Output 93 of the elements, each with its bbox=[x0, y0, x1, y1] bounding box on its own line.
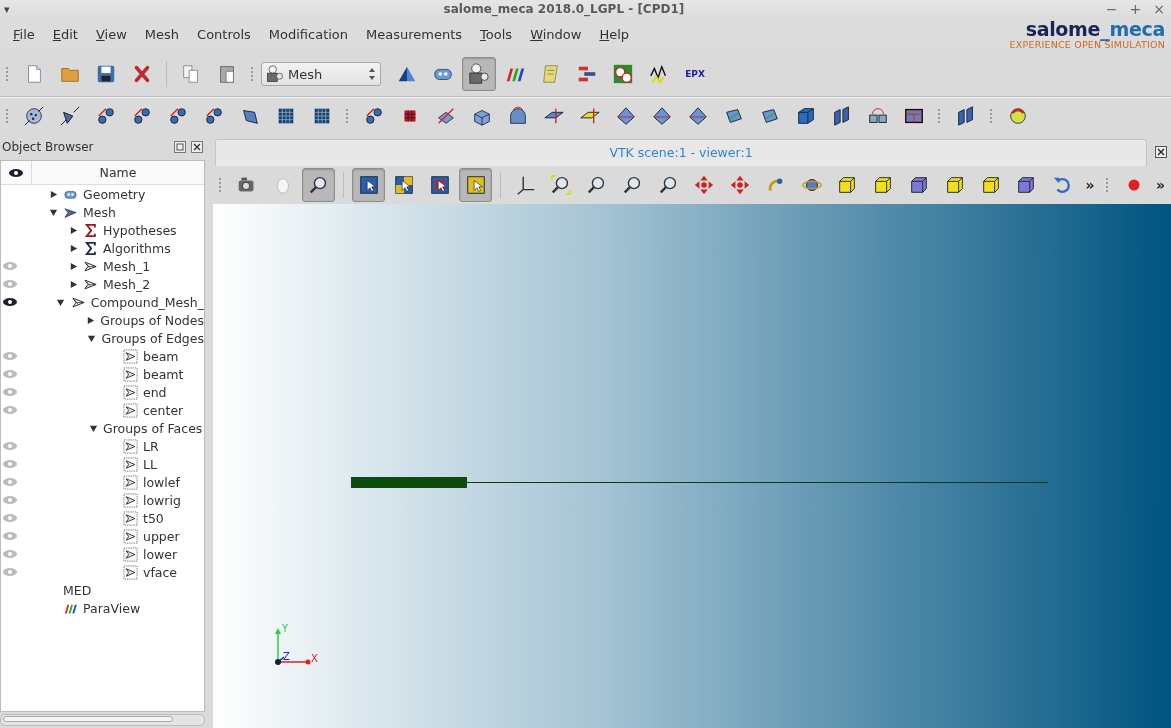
cursor-icon bbox=[393, 174, 416, 196]
menu-item[interactable]: View bbox=[86, 26, 136, 42]
window-title: salome_meca 2018.0_LGPL - [CPD1] bbox=[442, 2, 686, 16]
expanded-arrow-icon[interactable] bbox=[56, 297, 66, 307]
menu-item[interactable]: Tools bbox=[471, 26, 522, 42]
close-icon[interactable] bbox=[1155, 146, 1167, 158]
viewer-tool-button[interactable] bbox=[352, 168, 385, 202]
diamond-icon[interactable] bbox=[651, 105, 673, 127]
menu-item[interactable]: File bbox=[4, 26, 44, 42]
overflow-button[interactable]: » bbox=[1081, 177, 1099, 193]
eye-icon bbox=[8, 167, 24, 178]
eye-icon[interactable] bbox=[2, 297, 18, 307]
viewer-tool-button[interactable] bbox=[459, 168, 493, 202]
tree-item[interactable]: Groups of Edges bbox=[101, 330, 204, 346]
expanded-arrow-icon[interactable] bbox=[48, 207, 58, 217]
tree-item[interactable]: Geometry bbox=[83, 186, 146, 202]
move-arrows-icon bbox=[693, 174, 716, 196]
nodes-icon[interactable] bbox=[167, 105, 189, 127]
sphere-icon[interactable] bbox=[23, 105, 45, 127]
nodes-icon[interactable] bbox=[131, 105, 153, 127]
menu-item[interactable]: Mesh bbox=[135, 26, 189, 42]
collapsed-arrow-icon[interactable] bbox=[68, 279, 78, 289]
tree-item[interactable]: LL bbox=[143, 456, 157, 472]
expanded-arrow-icon[interactable] bbox=[86, 333, 96, 343]
tree-item[interactable]: t50 bbox=[143, 510, 164, 526]
dome-icon[interactable] bbox=[507, 105, 529, 127]
tree-item[interactable]: lower bbox=[143, 546, 178, 562]
menu-item[interactable]: Help bbox=[590, 26, 639, 42]
menu-item[interactable]: Measurements bbox=[357, 26, 472, 42]
tree-item[interactable]: ParaView bbox=[83, 600, 141, 616]
collapsed-arrow-icon[interactable] bbox=[68, 225, 78, 235]
module-combo-box[interactable]: Mesh bbox=[261, 62, 381, 86]
window-control-button[interactable]: × bbox=[1153, 1, 1165, 17]
x-axis-label: X bbox=[311, 654, 318, 664]
menu-item[interactable]: Window bbox=[521, 26, 591, 42]
tree-item[interactable]: lowrig bbox=[143, 492, 181, 508]
menu-item[interactable]: Controls bbox=[188, 26, 260, 42]
tree-item[interactable]: Compound_Mesh_ bbox=[90, 294, 204, 310]
tree-item[interactable]: Hypotheses bbox=[103, 222, 177, 238]
3d-viewport[interactable]: Y Z X bbox=[213, 204, 1171, 728]
refresh-icon[interactable] bbox=[1007, 105, 1029, 127]
float-icon[interactable] bbox=[174, 141, 186, 153]
tree-item[interactable]: Groups of Nodes bbox=[100, 312, 204, 328]
epx-button[interactable]: EPX bbox=[678, 57, 712, 91]
viewer-tool-button[interactable] bbox=[302, 168, 336, 202]
tree-item[interactable]: center bbox=[143, 402, 184, 418]
tree-item[interactable]: MED bbox=[63, 582, 92, 598]
tree-item[interactable]: Mesh_2 bbox=[103, 276, 151, 292]
z-axis-label: Z bbox=[283, 652, 290, 662]
panel-title: Object Browser bbox=[2, 140, 95, 154]
pyramid-icon[interactable] bbox=[59, 105, 81, 127]
module-button[interactable] bbox=[462, 57, 496, 91]
zoom-icon bbox=[550, 174, 573, 196]
expanded-arrow-icon[interactable] bbox=[88, 423, 98, 433]
menu-item[interactable]: Edit bbox=[43, 26, 87, 42]
tree-item[interactable]: Algorithms bbox=[103, 240, 171, 256]
cube-icon[interactable] bbox=[795, 105, 817, 127]
tree-item[interactable]: lowlef bbox=[143, 474, 180, 490]
tree-item[interactable]: upper bbox=[143, 528, 180, 544]
cursor-icon bbox=[357, 174, 380, 196]
cube-icon bbox=[908, 174, 930, 196]
collapsed-arrow-icon[interactable] bbox=[68, 261, 78, 271]
window-control-button[interactable]: − bbox=[1105, 1, 1118, 17]
tree-item[interactable]: end bbox=[143, 384, 167, 400]
window-control-button[interactable]: + bbox=[1129, 1, 1142, 17]
menu-item[interactable]: Modification bbox=[259, 26, 358, 42]
diamond-icon[interactable] bbox=[615, 105, 637, 127]
close-icon[interactable] bbox=[191, 141, 203, 153]
cursor-icon bbox=[429, 174, 452, 196]
collapsed-arrow-icon[interactable] bbox=[68, 243, 78, 253]
horizontal-scrollbar[interactable] bbox=[0, 714, 205, 726]
tree-item[interactable]: vface bbox=[143, 564, 178, 580]
tree-item[interactable]: Groups of Faces bbox=[103, 420, 203, 436]
logo-text: salome_meca bbox=[1025, 18, 1165, 39]
tree-item[interactable]: Mesh_1 bbox=[103, 258, 151, 274]
tree-item[interactable]: Mesh bbox=[83, 204, 116, 220]
nodes-icon[interactable] bbox=[363, 105, 385, 127]
collapsed-arrow-icon[interactable] bbox=[85, 315, 95, 325]
overflow-button[interactable]: » bbox=[1152, 177, 1170, 193]
tree-item[interactable]: beamt bbox=[143, 366, 184, 382]
collapsed-arrow-icon[interactable] bbox=[48, 189, 58, 199]
cursor-icon bbox=[464, 174, 487, 196]
gauges-icon bbox=[612, 63, 634, 85]
tree-item[interactable]: LR bbox=[143, 438, 159, 454]
tree-item[interactable]: beam bbox=[143, 348, 179, 364]
figures-icon bbox=[468, 63, 490, 85]
y-axis-label: Y bbox=[282, 624, 289, 634]
window-menu-button[interactable]: ▾ bbox=[0, 2, 22, 16]
diamond-icon[interactable] bbox=[687, 105, 709, 127]
move-arrows-icon bbox=[729, 174, 752, 196]
axes-icon bbox=[514, 174, 537, 196]
nodes-icon[interactable] bbox=[203, 105, 225, 127]
nodes-icon[interactable] bbox=[95, 105, 117, 127]
